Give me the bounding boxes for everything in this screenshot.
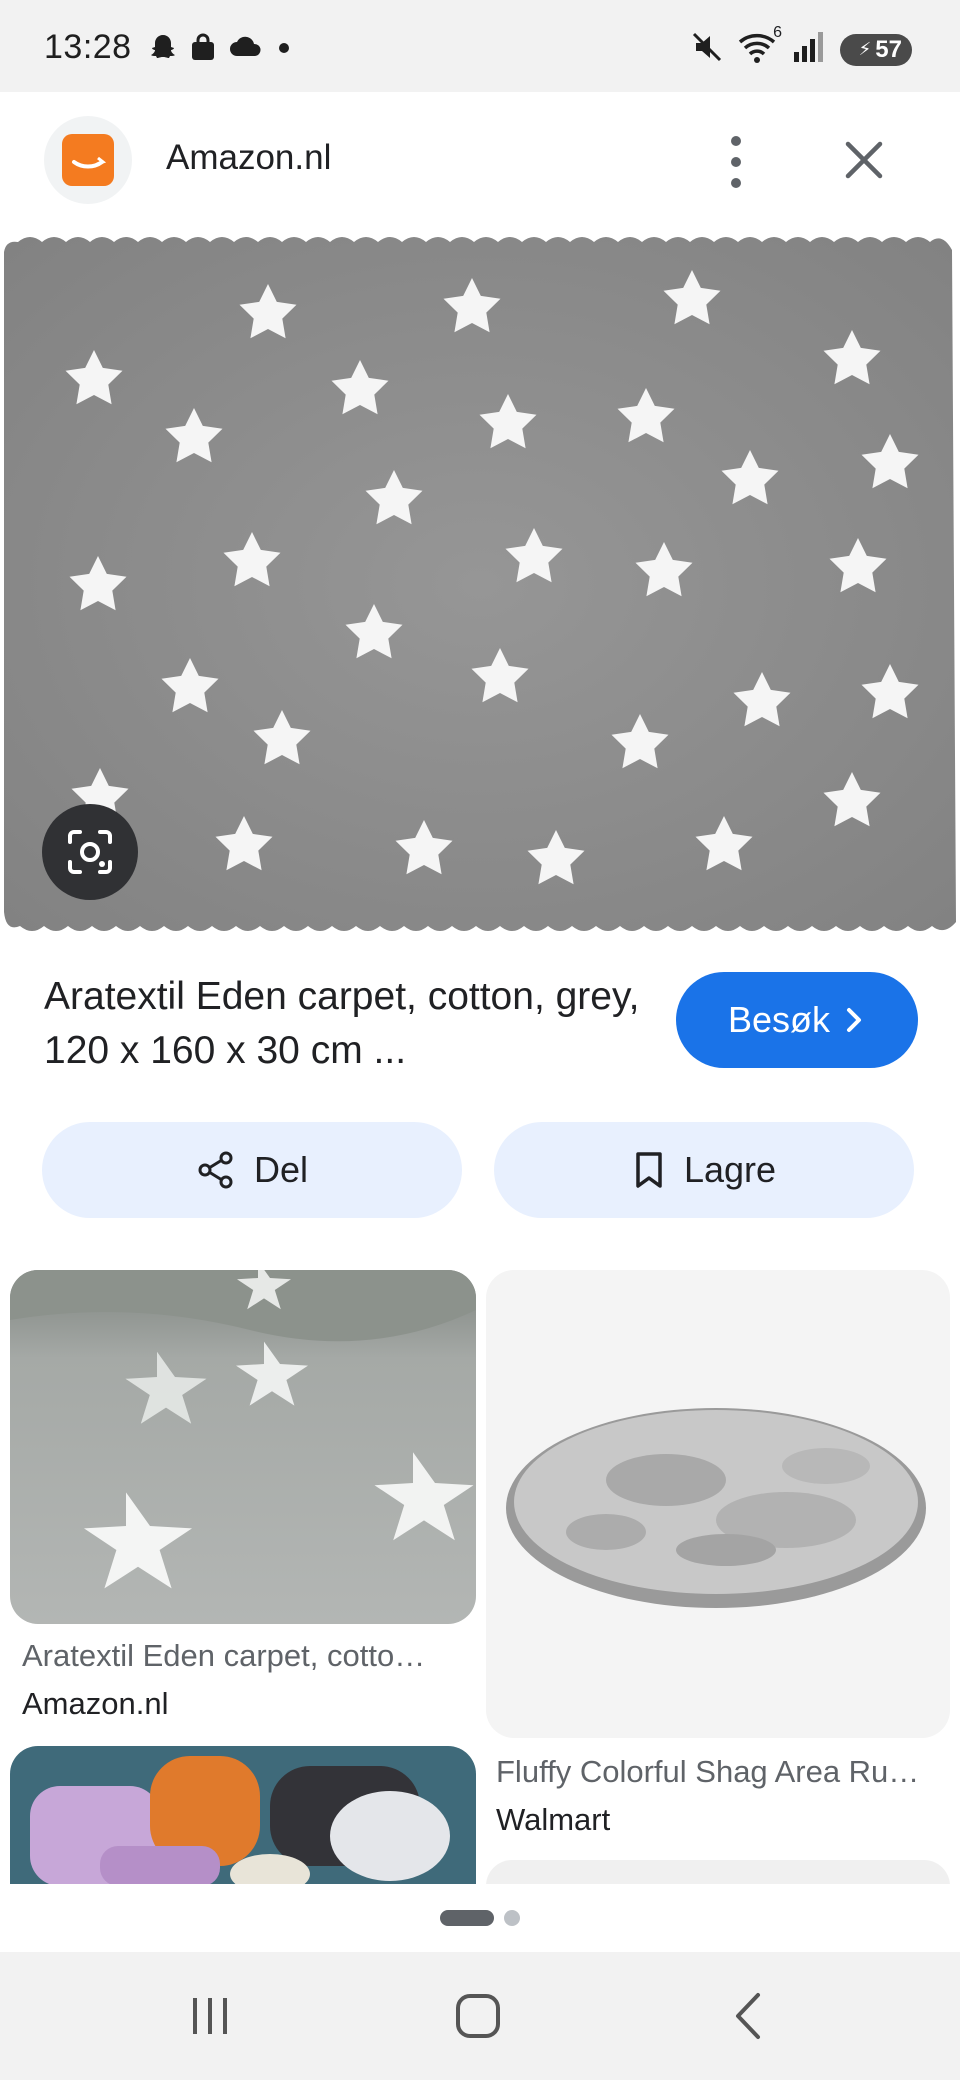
related-source: Amazon.nl (22, 1686, 169, 1721)
amazon-logo-icon (62, 134, 114, 186)
product-image[interactable] (0, 232, 960, 940)
share-label: Del (253, 1149, 309, 1190)
related-title[interactable]: Aratextil Eden carpet, cotto… (22, 1638, 472, 1674)
share-icon (198, 1151, 233, 1189)
page-indicator (0, 1884, 960, 1952)
snapchat-icon (148, 32, 178, 67)
system-nav-bar (0, 1952, 960, 2080)
related-image[interactable] (10, 1270, 476, 1624)
signal-icon (792, 30, 826, 69)
page-dot-active (440, 1910, 494, 1926)
wifi-icon: 6 (738, 24, 782, 69)
save-label: Lagre (683, 1149, 777, 1190)
system-status: 6 ⚡ 57 (690, 24, 912, 69)
battery-indicator: ⚡ 57 (840, 33, 912, 66)
battery-level: 57 (875, 35, 902, 63)
related-title[interactable]: Fluffy Colorful Shag Area Ru… (496, 1754, 946, 1790)
more-options-icon[interactable] (716, 132, 756, 192)
recent-apps-icon[interactable] (170, 1986, 250, 2046)
bookmark-icon (636, 1152, 662, 1188)
shopping-bag-icon (188, 32, 218, 67)
related-image[interactable] (486, 1860, 950, 1886)
related-card[interactable]: Fluffy Colorful Shag Area Ru… Walmart (486, 1270, 950, 1846)
related-card[interactable]: Aratextil Eden carpet, cotto… Amazon.nl (10, 1270, 476, 1730)
product-title[interactable]: Aratextil Eden carpet, cotton, grey, 120… (44, 970, 644, 1078)
related-image[interactable] (10, 1746, 476, 1886)
home-icon[interactable] (438, 1986, 518, 2046)
share-button[interactable]: Del (42, 1122, 462, 1218)
notification-icons (148, 32, 294, 67)
chevron-right-icon (847, 1008, 862, 1032)
related-source: Walmart (496, 1802, 611, 1837)
visit-label: Besøk (727, 999, 831, 1040)
wifi-label: 6 (773, 24, 782, 41)
save-button[interactable]: Lagre (494, 1122, 914, 1218)
close-icon[interactable] (836, 132, 892, 188)
site-name[interactable]: Amazon.nl (166, 138, 331, 178)
cloud-icon (228, 32, 264, 67)
status-time: 13:28 (44, 28, 132, 66)
mute-icon (690, 30, 724, 69)
charging-icon: ⚡ (858, 39, 872, 59)
dot-icon (274, 32, 294, 67)
back-icon[interactable] (708, 1986, 788, 2046)
lens-icon (68, 830, 112, 874)
related-image[interactable] (486, 1270, 950, 1738)
page-dot (504, 1910, 520, 1926)
lens-search-button[interactable] (42, 804, 138, 900)
visit-button[interactable]: Besøk (676, 972, 918, 1068)
status-bar: 13:28 6 ⚡ 57 (0, 0, 960, 92)
source-header: Amazon.nl (0, 92, 960, 232)
site-favicon (44, 116, 132, 204)
